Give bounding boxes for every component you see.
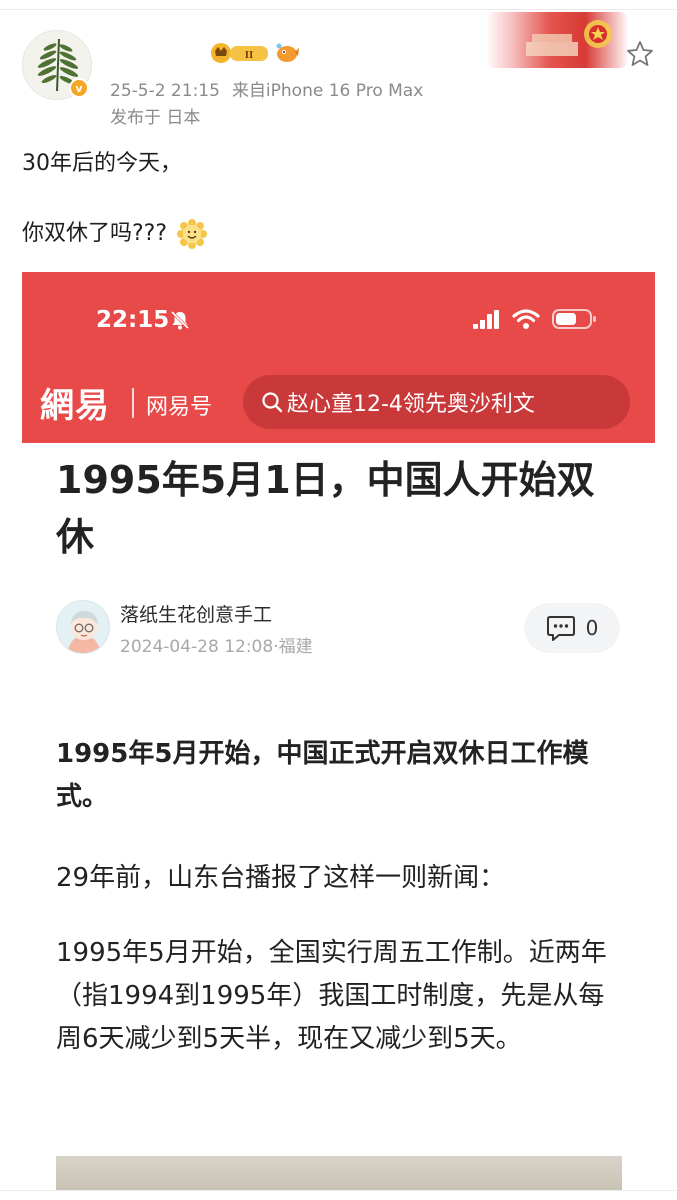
post-location: 发布于 日本 (110, 108, 201, 128)
star-icon[interactable] (626, 40, 654, 68)
post-timestamp: 25-5-2 21:15 (110, 81, 220, 101)
author-meta: 2024-04-28 12:08·福建 (120, 637, 313, 657)
article-paragraph-1: 1995年5月开始，中国正式开启双休日工作模式。 (56, 739, 589, 812)
author-name[interactable]: 落纸生花创意手工 (120, 600, 272, 627)
comment-button[interactable]: 0 (524, 603, 620, 653)
top-divider (0, 9, 677, 10)
user-level-badge[interactable]: II (210, 42, 270, 64)
netease-logo[interactable]: 網易 (40, 378, 110, 427)
article-paragraph-2: 29年前，山东台播报了这样一则新闻： (56, 863, 506, 893)
bottom-divider (0, 1190, 677, 1191)
pet-badge-icon[interactable] (274, 40, 300, 66)
comment-count: 0 (585, 616, 599, 640)
post-text-line-2: 你双休了吗??? (22, 215, 208, 249)
post-meta: 25-5-2 21:15 来自iPhone 16 Pro Max (110, 76, 423, 101)
post-source[interactable]: 来自iPhone 16 Pro Max (232, 81, 423, 101)
article-image-partial (56, 1156, 622, 1190)
article-title: 1995年5月1日，中国人开始双休 (56, 458, 595, 559)
logo-divider (132, 388, 134, 418)
signal-icon (473, 310, 499, 329)
wifi-icon (512, 309, 540, 329)
emblem-decoration-icon (526, 20, 612, 56)
post-text-line-2-text: 你双休了吗??? (22, 221, 168, 246)
cartoon-girl-avatar-icon (57, 601, 109, 653)
bell-muted-icon (170, 310, 190, 330)
post-text-line-1: 30年后的今天， (22, 151, 182, 176)
comment-icon (546, 616, 575, 641)
netease-hao-label[interactable]: 网易号 (146, 389, 212, 421)
author-avatar[interactable] (56, 600, 110, 654)
search-bar[interactable]: 赵心童12-4领先奥沙利文 (243, 375, 630, 429)
verified-badge: v (69, 78, 89, 98)
search-suggestion-text: 赵心童12-4领先奥沙利文 (287, 392, 535, 417)
level-text: II (245, 49, 254, 61)
embedded-screenshot-header: 22:15 網易 网易号 赵心童12-4领先奥沙利文 (22, 272, 655, 443)
decorative-banner (486, 12, 628, 68)
search-icon (262, 392, 283, 413)
status-bar-time: 22:15 (96, 307, 170, 333)
smile-emoji-icon (177, 219, 208, 249)
article-paragraph-3: 1995年5月开始，全国实行周五工作制。近两年（指1994到1995年）我国工时… (56, 938, 607, 1054)
battery-icon (552, 309, 596, 329)
